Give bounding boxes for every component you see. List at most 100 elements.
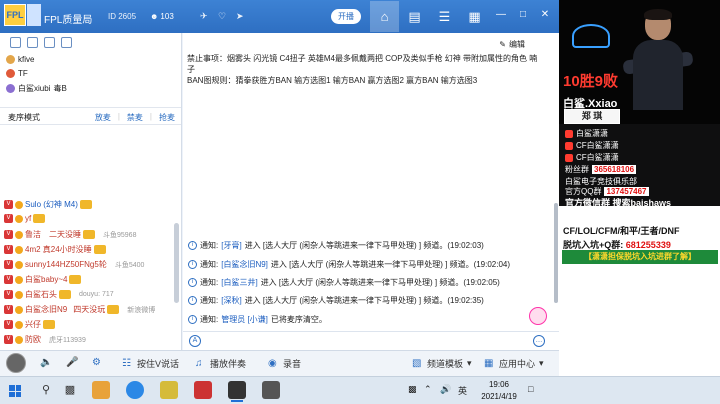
edit-notice-button[interactable]: ✎ 编辑 (499, 39, 525, 50)
user-list-item[interactable]: V Sulo (幻神 M4) (4, 199, 92, 210)
vip-icon: V (4, 290, 13, 299)
channel-member[interactable]: TF (6, 69, 28, 78)
crown-icon (79, 200, 92, 209)
channel-template-button[interactable]: ▧ 频道模板 ▾ (412, 357, 472, 370)
stream-overlay: 10胜9败 白鲨.Xxiao 郑 琪 白鲨潇潇 CF白鲨潇潇 CF白鲨潇潇 粉丝… (559, 0, 720, 376)
yellow-badge-icon (15, 260, 23, 269)
speaker-icon[interactable]: 🔈 (40, 357, 52, 368)
maximize-icon[interactable]: □ (516, 8, 530, 22)
chat-scrollbar[interactable] (554, 203, 558, 303)
app-center-button[interactable]: ▦ 应用中心 ▾ (484, 357, 544, 370)
ban-mic-button[interactable]: 禁麦 (127, 112, 143, 123)
grid-icon[interactable]: ▦ (460, 1, 489, 32)
share-icon[interactable]: ➤ (236, 11, 244, 22)
tool-icon[interactable] (61, 37, 72, 48)
voice-button[interactable]: ☷ 按住V说话 (122, 357, 179, 370)
chevron-up-icon[interactable]: ⌃ (424, 384, 432, 395)
settings-icon[interactable]: ⚙ (92, 357, 103, 368)
notification-icon[interactable]: □ (528, 384, 533, 394)
emoji-icon[interactable]: A (189, 335, 201, 347)
app-folder-icon[interactable] (92, 381, 110, 399)
queue-mode-select[interactable]: 麦序模式 (8, 112, 40, 123)
menu-icon[interactable]: ☰ (430, 1, 459, 32)
yellow-badge-icon (15, 290, 23, 299)
info-icon: i (188, 241, 197, 250)
plane-icon[interactable]: ✈ (200, 11, 208, 22)
chat-panel: ✎ 编辑 禁止事项：烟雾头 闪光镜 C4扭子 英雄M4最多佩戴两把 COP及类似… (183, 33, 559, 350)
app-cf-icon[interactable] (194, 381, 212, 399)
vip-icon: V (4, 320, 13, 329)
info-icon: i (188, 315, 197, 324)
user-list-item[interactable]: V 鲁洁 二天没睡 斗鱼95968 (4, 229, 136, 240)
user-list-item[interactable]: V 兴仔 (4, 319, 55, 330)
mic-queue-bar: 麦序模式 放麦 | 禁麦 | 抢麦 (0, 107, 181, 125)
open-broadcast-button[interactable]: 开播 (331, 9, 361, 24)
app-yy-icon[interactable] (228, 381, 246, 402)
weibo-icon (565, 129, 573, 138)
music-button[interactable]: ♫ 播放伴奏 (195, 357, 246, 370)
yellow-badge-icon (15, 200, 23, 209)
app-obs-icon[interactable] (262, 381, 280, 399)
system-message: i 通知: 管理员 [小谦] 已将麦序清空。 (188, 314, 327, 325)
crown-icon (93, 245, 106, 254)
release-mic-button[interactable]: 放麦 (95, 112, 111, 123)
yellow-badge-icon (15, 230, 23, 239)
app-k-icon[interactable] (126, 381, 144, 399)
yellow-badge-icon (15, 335, 23, 344)
user-list-item[interactable]: V 白鲨念旧N9 四天没玩 新浪微博 (4, 304, 155, 315)
app-browser-icon[interactable] (160, 381, 178, 399)
user-list-item[interactable]: V sunny144HZ50FNg5轮 斗鱼5400 (4, 259, 144, 270)
member-status-icon (6, 55, 15, 64)
channel-name[interactable]: FPL质量局 (44, 11, 92, 26)
yellow-badge-icon (15, 320, 23, 329)
vip-icon: V (4, 275, 13, 284)
yellow-badge-icon (15, 214, 23, 223)
channel-member[interactable]: 白鲨xiubi 毒B (6, 83, 67, 94)
user-list-item[interactable]: V yf (4, 214, 46, 223)
channel-member[interactable]: kfive (6, 55, 34, 64)
volume-icon[interactable]: 🔊 (440, 384, 451, 395)
minimize-icon[interactable]: — (494, 8, 508, 22)
streamer-figure (622, 9, 694, 110)
app-grid-icon: ▦ (484, 358, 494, 369)
gift-icon[interactable] (529, 307, 547, 325)
user-list-item[interactable]: V 防欧 虎牙113939 (4, 334, 86, 345)
user-list-item[interactable]: V 白鲨baby~4 (4, 274, 82, 285)
ime-label[interactable]: 英 (458, 384, 467, 397)
vip-icon: V (4, 305, 13, 314)
task-view-icon[interactable]: ▩ (62, 382, 78, 398)
chat-input-row[interactable]: A … (183, 331, 559, 350)
avatar[interactable] (6, 353, 26, 373)
tool-icon[interactable] (10, 37, 21, 48)
send-icon[interactable]: … (533, 335, 545, 347)
vip-icon: V (4, 200, 13, 209)
member-status-icon (6, 69, 15, 78)
vip-icon: V (4, 335, 13, 344)
user-list-item[interactable]: V 4m2 真24小时没睡 (4, 244, 106, 255)
vip-icon: V (4, 260, 13, 269)
queue-actions: 放麦 | 禁麦 | 抢麦 (94, 112, 175, 123)
windows-start-icon[interactable] (9, 385, 21, 397)
edit-icon: ✎ (499, 40, 506, 49)
home-icon[interactable]: ⌂ (370, 1, 399, 32)
user-list-scrollbar[interactable] (174, 223, 179, 303)
tool-icon[interactable] (27, 37, 38, 48)
record-button[interactable]: ◉ 录音 (268, 357, 301, 370)
channel-logo: FPL (4, 4, 26, 26)
close-icon[interactable]: ✕ (538, 8, 552, 22)
social-line: 白鲨潇潇 (565, 128, 608, 139)
list-icon[interactable]: ▤ (400, 1, 429, 32)
yellow-badge-icon (15, 245, 23, 254)
search-icon[interactable]: ⚲ (38, 382, 54, 398)
tray-app-icon[interactable]: ▩ (408, 384, 417, 395)
crown-icon (33, 214, 46, 223)
user-list-item[interactable]: V 白鲨石头 douyu: 717 (4, 289, 114, 300)
tool-icon[interactable] (44, 37, 55, 48)
clock[interactable]: 19:06 2021/4/19 (474, 379, 524, 403)
grab-mic-button[interactable]: 抢麦 (159, 112, 175, 123)
channel-logo-secondary (27, 4, 41, 26)
heart-icon[interactable]: ♡ (218, 11, 226, 22)
yellow-badge-icon (15, 305, 23, 314)
microphone-icon[interactable]: 🎤 (66, 357, 78, 368)
push-to-talk-icon: ☷ (122, 358, 131, 369)
